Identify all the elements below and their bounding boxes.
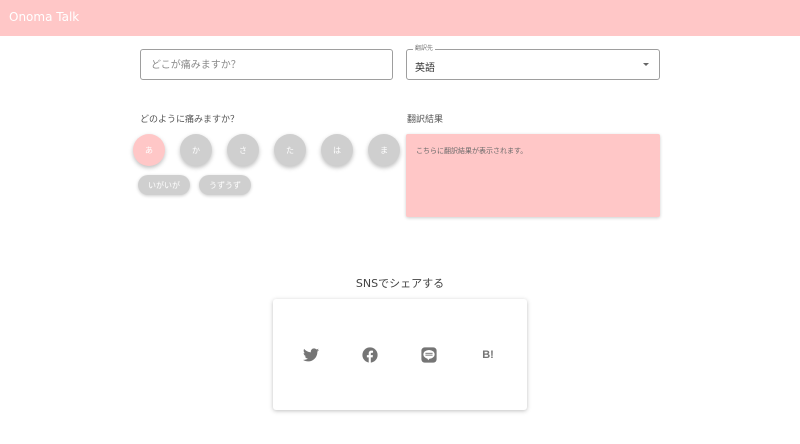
translation-result-box: こちらに翻訳結果が表示されます。 [406, 134, 660, 217]
share-card: B! [273, 299, 527, 410]
target-language-legend: 翻訳先 [413, 45, 436, 53]
onomatopoeia-chip-igaiga[interactable]: いがいが [138, 175, 190, 195]
kana-button-a[interactable]: あ [133, 134, 165, 166]
kana-button-ma[interactable]: ま [368, 134, 400, 166]
onomatopoeia-chip-uzuuzu[interactable]: うずうず [199, 175, 251, 195]
target-language-value: 英語 [415, 63, 435, 74]
app-title: Onoma Talk [9, 10, 80, 24]
translation-result-text: こちらに翻訳結果が表示されます。 [416, 147, 528, 155]
hatena-bookmark-label: B! [482, 349, 494, 361]
dropdown-arrow-icon[interactable] [643, 63, 649, 66]
line-icon[interactable] [419, 345, 439, 365]
share-title: SNSでシェアする [355, 277, 445, 290]
target-language-select[interactable]: 翻訳先 英語 [406, 45, 660, 80]
pain-location-input[interactable] [149, 50, 383, 81]
pain-location-field[interactable] [140, 49, 393, 81]
twitter-icon[interactable] [301, 345, 321, 365]
kana-button-sa[interactable]: さ [227, 134, 259, 166]
kana-button-ta[interactable]: た [274, 134, 306, 166]
facebook-icon[interactable] [360, 345, 380, 365]
pain-type-label: どのように痛みますか？ [140, 115, 240, 125]
kana-button-ha[interactable]: は [321, 134, 353, 166]
kana-button-ka[interactable]: か [180, 134, 212, 166]
result-label: 翻訳結果 [407, 115, 444, 125]
hatena-bookmark-icon[interactable]: B! [478, 345, 498, 365]
app-bar: Onoma Talk [0, 0, 800, 36]
